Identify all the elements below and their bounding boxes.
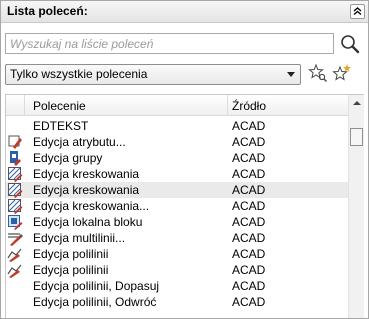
command-list-panel: Lista poleceń: Tylko wszystkie polecenia xyxy=(0,0,369,319)
collapse-button[interactable] xyxy=(350,4,365,19)
vertical-scrollbar[interactable] xyxy=(348,95,364,318)
command-name: Edycja polilinii xyxy=(33,247,109,261)
table-row[interactable]: Edycja lokalna bloku ACAD xyxy=(6,214,348,230)
table-row[interactable]: Edycja polilinii, Dopasuj ACAD xyxy=(6,278,348,294)
edit-block-icon xyxy=(8,215,23,230)
command-name: Edycja multilinii... xyxy=(33,231,126,245)
command-source: ACAD xyxy=(232,183,266,197)
command-name: Edycja grupy xyxy=(33,151,103,165)
chevron-down-icon xyxy=(287,72,295,77)
command-source: ACAD xyxy=(232,215,266,229)
panel-title: Lista poleceń: xyxy=(7,4,88,18)
scroll-up-arrow-icon[interactable] xyxy=(351,98,363,108)
command-source: ACAD xyxy=(232,231,266,245)
table-row[interactable]: Edycja polilinii ACAD xyxy=(6,262,348,278)
command-source: ACAD xyxy=(232,295,266,309)
column-divider xyxy=(227,95,228,115)
command-table: Polecenie Źródło EDTEKST ACAD Edycja atr… xyxy=(5,94,364,318)
command-name: Edycja kreskowania xyxy=(33,183,140,197)
add-favorite-button[interactable] xyxy=(332,63,352,83)
search-icon xyxy=(341,35,360,54)
command-name: Edycja polilinii, Odwróć xyxy=(33,295,157,309)
star-filter-button[interactable] xyxy=(308,63,328,83)
command-source: ACAD xyxy=(232,199,266,213)
command-name: Edycja lokalna bloku xyxy=(33,215,143,229)
table-row[interactable]: EDTEKST ACAD xyxy=(6,118,348,134)
star-filter-icon xyxy=(308,63,327,82)
search-field[interactable] xyxy=(5,33,334,54)
search-input[interactable] xyxy=(6,34,332,53)
command-source: ACAD xyxy=(232,279,266,293)
table-row[interactable]: Edycja polilinii, Odwróć ACAD xyxy=(6,294,348,310)
edit-polyline-icon xyxy=(7,264,22,278)
edit-hatch-icon xyxy=(8,167,23,182)
table-row[interactable]: Edycja atrybutu... ACAD xyxy=(6,134,348,150)
command-source: ACAD xyxy=(232,151,266,165)
column-header-source[interactable]: Źródło xyxy=(232,99,266,113)
edit-polyline-icon xyxy=(7,248,22,262)
search-button[interactable] xyxy=(339,33,361,55)
table-row[interactable]: Edycja kreskowania ACAD xyxy=(6,182,348,198)
filter-dropdown[interactable]: Tylko wszystkie polecenia xyxy=(5,64,301,85)
command-source: ACAD xyxy=(232,119,266,133)
edit-hatch-icon xyxy=(8,199,23,214)
collapse-chevron-icon xyxy=(353,7,362,15)
column-header-command[interactable]: Polecenie xyxy=(33,99,86,113)
star-add-icon xyxy=(332,64,351,81)
command-source: ACAD xyxy=(232,247,266,261)
command-name: Edycja atrybutu... xyxy=(33,135,126,149)
table-row[interactable]: Edycja multilinii... ACAD xyxy=(6,230,348,246)
command-source: ACAD xyxy=(232,263,266,277)
scroll-thumb[interactable] xyxy=(350,128,363,146)
edit-hatch-icon xyxy=(8,183,23,198)
panel-titlebar: Lista poleceń: xyxy=(1,1,368,23)
table-row[interactable]: Edycja kreskowania ACAD xyxy=(6,166,348,182)
command-name: Edycja polilinii, Dopasuj xyxy=(33,279,160,293)
table-rows: EDTEKST ACAD Edycja atrybutu... ACAD Edy… xyxy=(6,118,348,310)
table-row[interactable]: Edycja kreskowania... ACAD xyxy=(6,198,348,214)
filter-dropdown-value: Tylko wszystkie polecenia xyxy=(10,67,148,81)
table-row[interactable]: Edycja polilinii ACAD xyxy=(6,246,348,262)
command-name: Edycja polilinii xyxy=(33,263,109,277)
command-source: ACAD xyxy=(232,167,266,181)
edit-multiline-icon xyxy=(8,233,23,246)
table-row[interactable]: Edycja grupy ACAD xyxy=(6,150,348,166)
command-name: EDTEKST xyxy=(33,119,89,133)
command-name: Edycja kreskowania... xyxy=(33,199,150,213)
table-header: Polecenie Źródło xyxy=(6,95,348,116)
edit-attribute-icon xyxy=(8,135,22,149)
command-source: ACAD xyxy=(232,135,266,149)
command-name: Edycja kreskowania xyxy=(33,167,140,181)
edit-group-icon xyxy=(10,151,21,166)
column-divider xyxy=(24,95,25,115)
